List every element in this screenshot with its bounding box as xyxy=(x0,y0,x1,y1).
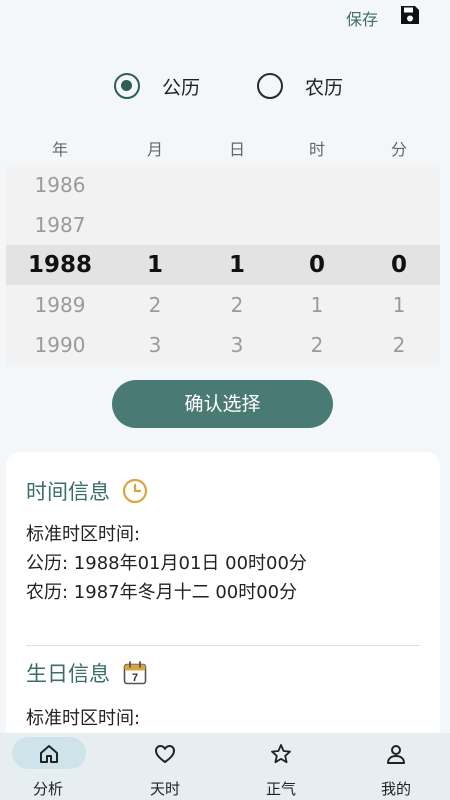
picker-minute[interactable]: 2 xyxy=(359,325,439,365)
nav-label: 正气 xyxy=(265,780,296,798)
calendar-type-selector: 公历 农历 xyxy=(0,70,450,102)
picker-day[interactable]: 2 xyxy=(197,285,277,325)
radio-label: 公历 xyxy=(162,76,201,99)
picker-row-selected[interactable]: 1988 1 1 0 0 xyxy=(6,245,440,285)
heart-icon xyxy=(155,745,175,763)
nav-label: 天时 xyxy=(149,780,180,798)
save-button[interactable]: 保存 xyxy=(346,6,378,30)
column-header-hour: 时 xyxy=(308,140,325,159)
picker-hour[interactable]: 1 xyxy=(277,285,357,325)
picker-minute[interactable]: 0 xyxy=(359,245,439,285)
date-time-picker[interactable]: 1986 1987 1988 1 1 0 0 1989 2 2 1 1 1990… xyxy=(6,165,440,365)
bottom-navigation: 分析 天时 正气 我的 xyxy=(0,733,450,800)
column-header-minute: 分 xyxy=(390,140,407,159)
column-header-year: 年 xyxy=(51,140,68,159)
picker-year[interactable]: 1986 xyxy=(20,165,100,205)
picker-row[interactable]: 1987 xyxy=(6,205,440,245)
section-title: 时间信息 xyxy=(26,480,110,504)
column-header-day: 日 xyxy=(228,140,245,159)
time-info-line: 标准时区时间: xyxy=(26,524,141,545)
floppy-disk-icon[interactable] xyxy=(398,3,422,27)
picker-header: 年 月 日 时 分 xyxy=(6,136,440,160)
nav-item-mine[interactable]: 我的 xyxy=(340,733,450,800)
picker-row[interactable]: 1990 3 3 2 2 xyxy=(6,325,440,365)
nav-item-tianshi[interactable]: 天时 xyxy=(109,733,221,800)
clock-icon xyxy=(122,478,148,504)
radio-unchecked-icon xyxy=(257,73,283,99)
radio-checked-icon xyxy=(114,73,140,99)
picker-month[interactable]: 1 xyxy=(115,245,195,285)
time-info-line: 公历: 1988年01月01日 00时00分 xyxy=(26,553,307,574)
person-icon xyxy=(387,745,405,764)
picker-minute[interactable]: 1 xyxy=(359,285,439,325)
picker-month[interactable]: 3 xyxy=(115,325,195,365)
birthday-info-line: 标准时区时间: xyxy=(26,708,141,729)
confirm-selection-button[interactable]: 确认选择 xyxy=(112,380,333,428)
nav-item-zhengqi[interactable]: 正气 xyxy=(225,733,337,800)
birthday-info-heading: 生日信息 7 xyxy=(26,658,148,688)
picker-year[interactable]: 1989 xyxy=(20,285,100,325)
radio-label: 农历 xyxy=(305,76,344,99)
section-title: 生日信息 xyxy=(26,662,110,686)
column-header-month: 月 xyxy=(146,140,163,159)
nav-label: 我的 xyxy=(380,780,411,798)
picker-hour[interactable]: 0 xyxy=(277,245,357,285)
top-bar: 保存 xyxy=(0,0,450,40)
home-icon xyxy=(40,745,58,763)
nav-item-analysis[interactable]: 分析 xyxy=(0,733,112,800)
radio-gregorian[interactable]: 公历 xyxy=(114,70,200,102)
picker-row[interactable]: 1986 xyxy=(6,165,440,205)
picker-year[interactable]: 1990 xyxy=(20,325,100,365)
picker-year[interactable]: 1987 xyxy=(20,205,100,245)
picker-hour[interactable]: 2 xyxy=(277,325,357,365)
picker-year[interactable]: 1988 xyxy=(20,245,100,285)
radio-lunar[interactable]: 农历 xyxy=(257,70,343,102)
picker-row[interactable]: 1989 2 2 1 1 xyxy=(6,285,440,325)
time-info-heading: 时间信息 xyxy=(26,476,148,506)
info-card: 时间信息 标准时区时间: 公历: 1988年01月01日 00时00分 农历: … xyxy=(6,452,440,752)
picker-month[interactable]: 2 xyxy=(115,285,195,325)
section-divider xyxy=(26,645,420,646)
picker-day[interactable]: 3 xyxy=(197,325,277,365)
picker-day[interactable]: 1 xyxy=(197,245,277,285)
nav-label: 分析 xyxy=(32,780,63,798)
star-icon xyxy=(271,744,291,764)
calendar-day-number: 7 xyxy=(132,672,138,684)
time-info-line: 农历: 1987年冬月十二 00时00分 xyxy=(26,582,298,603)
calendar-icon: 7 xyxy=(123,661,147,685)
